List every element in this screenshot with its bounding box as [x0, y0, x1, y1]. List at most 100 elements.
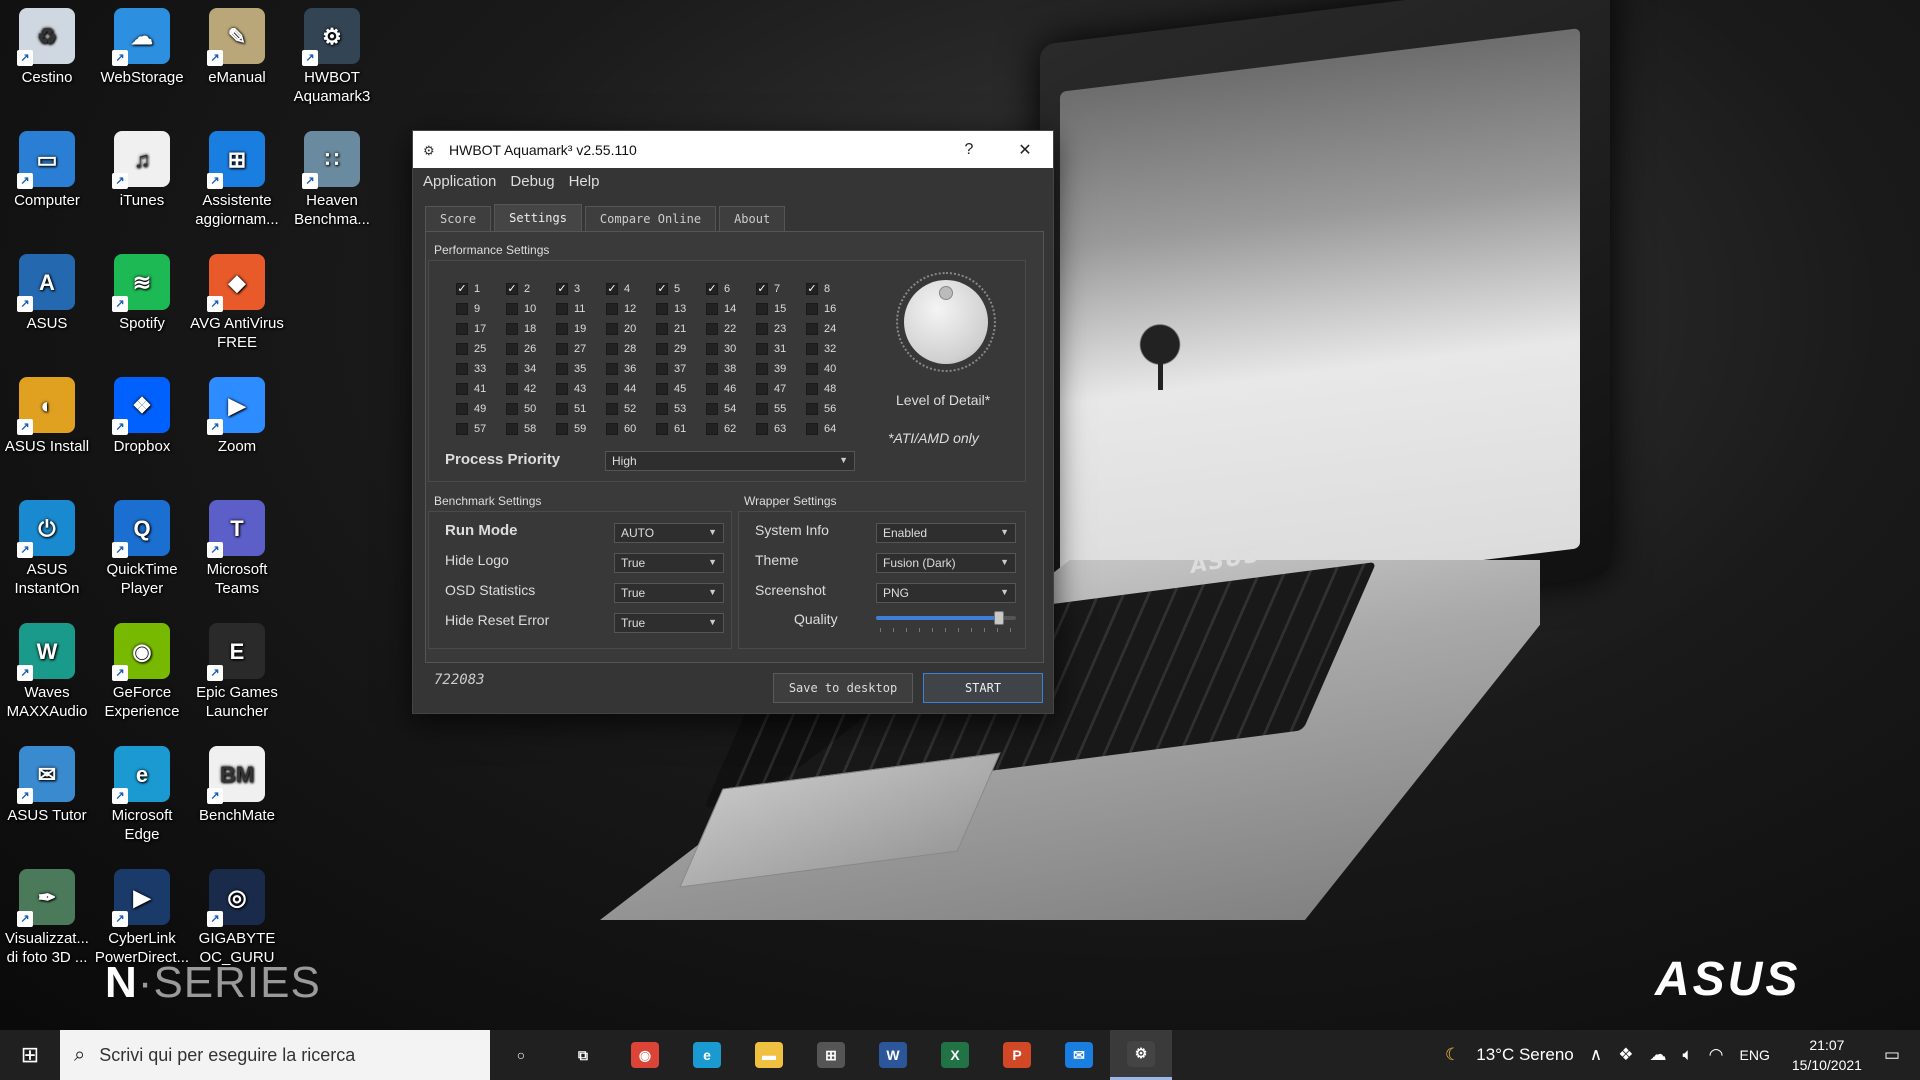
- affinity-checkbox[interactable]: 33: [456, 363, 486, 375]
- affinity-checkbox[interactable]: 9: [456, 303, 480, 315]
- taskbar-edge-icon[interactable]: e: [676, 1030, 738, 1080]
- affinity-checkbox[interactable]: 11: [556, 303, 585, 315]
- desktop-icon[interactable]: ❖ Dropbox: [94, 377, 190, 456]
- desktop-icon[interactable]: ⊞Assistente aggiornam...: [189, 131, 285, 229]
- affinity-checkbox[interactable]: 51: [556, 403, 586, 415]
- setting-select[interactable]: True ▼: [614, 613, 724, 633]
- setting-select[interactable]: AUTO ▼: [614, 523, 724, 543]
- desktop-icon[interactable]: ✎ eManual: [189, 8, 285, 87]
- affinity-checkbox[interactable]: 29: [656, 343, 686, 355]
- affinity-checkbox[interactable]: 59: [556, 423, 586, 435]
- chevron-up-icon[interactable]: ∧: [1590, 1045, 1602, 1065]
- affinity-checkbox[interactable]: 47: [756, 383, 786, 395]
- desktop-icon[interactable]: ▭ Computer: [0, 131, 95, 210]
- desktop-icon[interactable]: ▶ Zoom: [189, 377, 285, 456]
- affinity-checkbox[interactable]: 36: [606, 363, 636, 375]
- affinity-checkbox[interactable]: 43: [556, 383, 586, 395]
- wifi-icon[interactable]: ◠: [1709, 1045, 1724, 1065]
- taskbar-task-view-icon[interactable]: ⧉: [552, 1030, 614, 1080]
- affinity-checkbox[interactable]: 22: [706, 323, 736, 335]
- desktop-icon[interactable]: QQuickTime Player: [94, 500, 190, 598]
- desktop-icon[interactable]: eMicrosoft Edge: [94, 746, 190, 844]
- affinity-checkbox[interactable]: 46: [706, 383, 736, 395]
- close-button[interactable]: ✕: [997, 140, 1053, 160]
- desktop-icon[interactable]: ◆AVG AntiVirus FREE: [189, 254, 285, 352]
- affinity-checkbox[interactable]: 44: [606, 383, 636, 395]
- quality-slider[interactable]: [876, 611, 1016, 625]
- affinity-checkbox[interactable]: 13: [656, 303, 686, 315]
- dropbox-tray-icon[interactable]: ❖: [1618, 1045, 1633, 1065]
- affinity-checkbox[interactable]: 12: [606, 303, 636, 315]
- affinity-checkbox[interactable]: 18: [506, 323, 536, 335]
- affinity-checkbox[interactable]: 39: [756, 363, 786, 375]
- language-indicator[interactable]: ENG: [1740, 1047, 1770, 1063]
- desktop-icon[interactable]: ≋ Spotify: [94, 254, 190, 333]
- notification-icon[interactable]: ▭: [1884, 1045, 1900, 1065]
- taskbar-word-icon[interactable]: W: [862, 1030, 924, 1080]
- weather-moon-icon[interactable]: ☾: [1445, 1045, 1460, 1065]
- desktop-icon[interactable]: ∷Heaven Benchma...: [284, 131, 380, 229]
- affinity-checkbox[interactable]: ✓ 5: [656, 283, 680, 295]
- taskbar-cortana-icon[interactable]: ○: [490, 1030, 552, 1080]
- title-bar[interactable]: ⚙ HWBOT Aquamark³ v2.55.110 ? ✕: [413, 131, 1053, 168]
- taskbar-aquamark-icon[interactable]: ⚙: [1110, 1030, 1172, 1080]
- affinity-checkbox[interactable]: 23: [756, 323, 786, 335]
- setting-select[interactable]: Enabled ▼: [876, 523, 1016, 543]
- affinity-checkbox[interactable]: 15: [756, 303, 786, 315]
- level-of-detail-knob[interactable]: [896, 272, 996, 372]
- tab-compare-online[interactable]: Compare Online: [584, 206, 717, 231]
- help-button[interactable]: ?: [941, 141, 997, 159]
- desktop-icon[interactable]: ♻ Cestino: [0, 8, 95, 87]
- setting-select[interactable]: PNG ▼: [876, 583, 1016, 603]
- affinity-checkbox[interactable]: 35: [556, 363, 586, 375]
- affinity-checkbox[interactable]: 62: [706, 423, 736, 435]
- affinity-checkbox[interactable]: ✓ 7: [756, 283, 780, 295]
- affinity-checkbox[interactable]: 54: [706, 403, 736, 415]
- taskbar-explorer-icon[interactable]: ▬: [738, 1030, 800, 1080]
- affinity-checkbox[interactable]: 61: [656, 423, 686, 435]
- taskbar-powerpoint-icon[interactable]: P: [986, 1030, 1048, 1080]
- affinity-checkbox[interactable]: 56: [806, 403, 836, 415]
- affinity-checkbox[interactable]: 24: [806, 323, 836, 335]
- taskbar-mail-icon[interactable]: ✉: [1048, 1030, 1110, 1080]
- weather-text[interactable]: 13°C Sereno: [1476, 1045, 1574, 1065]
- affinity-checkbox[interactable]: 17: [456, 323, 486, 335]
- onedrive-icon[interactable]: ☁: [1649, 1045, 1666, 1065]
- affinity-checkbox[interactable]: 48: [806, 383, 836, 395]
- affinity-checkbox[interactable]: 31: [756, 343, 786, 355]
- desktop-icon[interactable]: TMicrosoft Teams: [189, 500, 285, 598]
- affinity-checkbox[interactable]: 27: [556, 343, 586, 355]
- affinity-checkbox[interactable]: ✓ 6: [706, 283, 730, 295]
- affinity-checkbox[interactable]: 21: [656, 323, 686, 335]
- affinity-checkbox[interactable]: 25: [456, 343, 486, 355]
- setting-select[interactable]: Fusion (Dark) ▼: [876, 553, 1016, 573]
- affinity-checkbox[interactable]: 14: [706, 303, 736, 315]
- process-priority-select[interactable]: High ▼: [605, 451, 855, 471]
- taskbar-search[interactable]: ⌕ Scrivi qui per eseguire la ricerca: [60, 1030, 490, 1080]
- desktop-icon[interactable]: ⚙HWBOT Aquamark3: [284, 8, 380, 106]
- desktop-icon[interactable]: BM BenchMate: [189, 746, 285, 825]
- affinity-checkbox[interactable]: 34: [506, 363, 536, 375]
- affinity-checkbox[interactable]: 40: [806, 363, 836, 375]
- desktop-icon[interactable]: ▶CyberLink PowerDirect...: [94, 869, 190, 967]
- affinity-checkbox[interactable]: 38: [706, 363, 736, 375]
- affinity-checkbox[interactable]: 64: [806, 423, 836, 435]
- setting-select[interactable]: True ▼: [614, 583, 724, 603]
- menu-help[interactable]: Help: [569, 173, 600, 190]
- desktop-icon[interactable]: ♫ iTunes: [94, 131, 190, 210]
- affinity-checkbox[interactable]: 28: [606, 343, 636, 355]
- affinity-checkbox[interactable]: 52: [606, 403, 636, 415]
- affinity-checkbox[interactable]: 63: [756, 423, 786, 435]
- affinity-checkbox[interactable]: 42: [506, 383, 536, 395]
- desktop-icon[interactable]: ☁ WebStorage: [94, 8, 190, 87]
- affinity-checkbox[interactable]: 26: [506, 343, 536, 355]
- taskbar-excel-icon[interactable]: X: [924, 1030, 986, 1080]
- affinity-checkbox[interactable]: 50: [506, 403, 536, 415]
- desktop-icon[interactable]: ✉ ASUS Tutor: [0, 746, 95, 825]
- affinity-checkbox[interactable]: ✓ 1: [456, 283, 480, 295]
- save-to-desktop-button[interactable]: Save to desktop: [773, 673, 913, 703]
- menu-application[interactable]: Application: [423, 173, 496, 190]
- affinity-checkbox[interactable]: 55: [756, 403, 786, 415]
- windows-start-button[interactable]: ⊞: [0, 1030, 60, 1080]
- setting-select[interactable]: True ▼: [614, 553, 724, 573]
